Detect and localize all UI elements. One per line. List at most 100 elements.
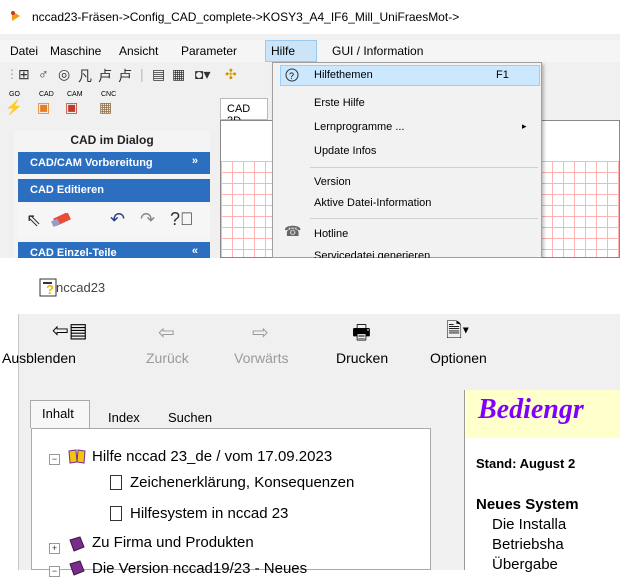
collapse-icon[interactable]: − [49, 566, 60, 577]
menu-gui-information[interactable]: GUI / Information [332, 44, 423, 58]
tab-inhalt[interactable]: Inhalt [42, 406, 74, 421]
edit-tools-row: ⇖ ↶ ↷ ?⃝ [18, 204, 210, 238]
tab-suchen[interactable]: Suchen [168, 410, 212, 425]
frame-dropdown-icon[interactable]: ◘▾ [195, 66, 210, 83]
toolbar-row-1: ⋮ ⊞ ♂ ◎ 凡 卢 卢 | ▤ ▦ ◘▾ ✣ [0, 63, 280, 87]
tree-item[interactable]: Zu Firma und Produkten [92, 534, 254, 551]
open-book-icon [68, 449, 86, 464]
iso-icon[interactable]: ✣ [225, 66, 237, 83]
chevron-up-icon: « [191, 245, 198, 257]
pane-splitter[interactable] [454, 390, 464, 570]
eraser-icon[interactable] [50, 213, 74, 227]
content-line: Betriebsha [492, 536, 564, 553]
pointer-icon[interactable]: ⇖ [26, 210, 41, 231]
help-menu-dropdown [272, 62, 542, 258]
menu-item-version[interactable]: Version [314, 176, 351, 188]
cad-icon[interactable]: ▣ [37, 99, 50, 116]
content-section-title: Neues System [476, 496, 579, 513]
shape-icon[interactable]: ♂ [38, 66, 49, 82]
grid-area-right [541, 161, 619, 257]
app-icon [11, 11, 20, 21]
menu-item-hilfethemen[interactable]: Hilfethemen [314, 69, 373, 81]
menu-parameter[interactable]: Parameter [181, 44, 237, 58]
section-cad-einzel-teile[interactable]: CAD Einzel-Teile « [18, 242, 210, 259]
section-label: CAD Editieren [30, 184, 104, 196]
menu-ansicht[interactable]: Ansicht [119, 44, 158, 58]
options-icon[interactable]: 🗎▾ [446, 316, 469, 350]
content-heading-band: Bediengr [466, 390, 620, 438]
menu-separator [310, 218, 538, 219]
shortcut-f1: F1 [496, 69, 509, 81]
go-caption: GO [9, 91, 20, 98]
section-cad-cam-vorbereitung[interactable]: CAD/CAM Vorbereitung » [18, 152, 210, 174]
hide-button[interactable]: Ausblenden [2, 350, 76, 366]
svg-text:?: ? [46, 282, 54, 297]
menu-item-hotline[interactable]: Hotline [314, 228, 348, 240]
forward-button[interactable]: Vorwärts [234, 350, 288, 366]
back-button[interactable]: Zurück [146, 350, 189, 366]
print-button[interactable]: Drucken [336, 350, 388, 366]
page-icon [110, 506, 122, 521]
expand-icon[interactable]: + [49, 543, 60, 554]
printer-icon[interactable]: 🖶 [352, 318, 371, 352]
cad-caption: CAD [39, 91, 54, 98]
chevron-down-icon: » [191, 155, 198, 167]
menu-item-lernprogramme[interactable]: Lernprogramme ... [314, 121, 404, 133]
window-title: nccad23-Fräsen->Config_CAD_complete->KOS… [32, 10, 460, 24]
book-icon [69, 536, 85, 552]
tree-item[interactable]: Hilfe nccad 23_de / vom 17.09.2023 [92, 448, 332, 465]
tree-item[interactable]: Die Version nccad19/23 - Neues [92, 560, 307, 577]
tool-a-icon[interactable]: 凡 [78, 66, 92, 86]
section-label: CAD/CAM Vorbereitung [30, 157, 153, 169]
cam-caption: CAM [67, 91, 83, 98]
menu-datei[interactable]: Datei [10, 44, 38, 58]
tree-item[interactable]: Hilfesystem in nccad 23 [130, 505, 288, 522]
circle-target-icon[interactable]: ◎ [58, 66, 70, 83]
options-button[interactable]: Optionen [430, 350, 487, 366]
svg-text:?: ? [289, 71, 294, 81]
collapse-icon[interactable]: − [49, 454, 60, 465]
tab-index[interactable]: Index [108, 410, 140, 425]
menu-item-erste-hilfe[interactable]: Erste Hilfe [314, 97, 365, 109]
cnc-icon[interactable]: ▦ [99, 99, 112, 116]
cad-dialog-title: CAD im Dialog [70, 133, 154, 147]
content-stand: Stand: August 2 [476, 456, 576, 471]
menu-separator [310, 167, 538, 168]
book-icon [69, 560, 85, 576]
grid-area-left [221, 161, 277, 257]
window-icon[interactable]: ▤ [152, 66, 165, 83]
toolbar-grip-icon: ⋮ [6, 67, 18, 81]
section-cad-editieren[interactable]: CAD Editieren [18, 179, 210, 202]
tab-cad-2d[interactable]: CAD 2D [220, 98, 268, 127]
forward-arrow-icon[interactable]: ⇨ [252, 320, 269, 345]
content-heading: Bediengr [478, 394, 584, 425]
help-window-title: nccad23 [56, 280, 106, 295]
help-window-title-bar: ? nccad23 [18, 258, 620, 314]
toolbar-row-2: GO ⚡ CAD ▣ CAM ▣ CNC ▦ [0, 89, 200, 123]
menu-item-update-infos[interactable]: Update Infos [314, 145, 376, 157]
back-arrow-icon[interactable]: ⇦ [158, 320, 175, 345]
submenu-arrow-icon: ▸ [522, 121, 527, 131]
tree-item[interactable]: Zeichenerklärung, Konsequenzen [130, 474, 354, 491]
undo-icon[interactable]: ↶ [110, 209, 125, 230]
grid-icon[interactable]: ⊞ [18, 66, 30, 83]
help-circle-icon[interactable]: ?⃝ [170, 209, 194, 230]
menu-item-aktive-datei-information[interactable]: Aktive Datei-Information [314, 197, 431, 209]
go-icon[interactable]: ⚡ [5, 99, 22, 116]
redo-icon[interactable]: ↷ [140, 209, 155, 230]
hotline-phone-icon: ☎ [284, 223, 302, 239]
hide-icon[interactable]: ⇦▤ [52, 318, 88, 343]
page-icon [110, 475, 122, 490]
tool-b-icon[interactable]: 卢 [98, 66, 112, 86]
menu-maschine[interactable]: Maschine [50, 44, 101, 58]
page-icon[interactable]: ▦ [172, 66, 185, 83]
title-bar: nccad23-Fräsen->Config_CAD_complete->KOS… [0, 0, 620, 34]
separator: | [140, 66, 144, 82]
content-line: Übergabe [492, 556, 558, 573]
tool-c-icon[interactable]: 卢 [118, 66, 132, 86]
help-circle-icon: ? [285, 68, 299, 82]
cam-icon[interactable]: ▣ [65, 99, 78, 116]
content-line: Die Installa [492, 516, 567, 533]
cnc-caption: CNC [101, 91, 117, 98]
menu-hilfe[interactable]: Hilfe [271, 44, 295, 58]
